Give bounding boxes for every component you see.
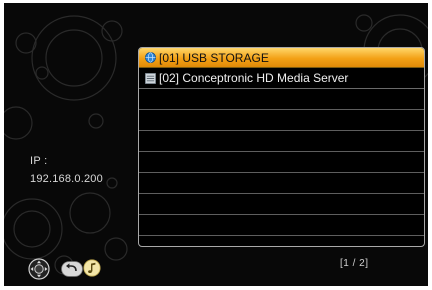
list-item-empty <box>139 89 424 110</box>
navigation-dpad-icon <box>28 258 50 280</box>
list-item-empty <box>139 194 424 215</box>
media-server-icon <box>145 72 156 84</box>
usb-globe-icon <box>145 52 156 63</box>
return-icon <box>61 261 83 277</box>
ip-label: IP : <box>30 155 48 167</box>
music-note-icon <box>83 259 101 277</box>
list-item-empty <box>139 173 424 194</box>
source-list: [01] USB STORAGE [02] Conceptronic HD Me… <box>138 47 425 247</box>
list-item-label: [01] USB STORAGE <box>159 50 269 65</box>
list-item-media-server[interactable]: [02] Conceptronic HD Media Server <box>139 68 424 89</box>
list-item-empty <box>139 152 424 173</box>
list-item-empty <box>139 110 424 131</box>
ip-address-value: 192.168.0.200 <box>30 173 103 185</box>
list-item-empty <box>139 215 424 236</box>
list-item-label: [02] Conceptronic HD Media Server <box>159 71 349 85</box>
media-player-screen: IP : 192.168.0.200 [01] USB STORAGE [02]… <box>4 3 428 286</box>
list-item-empty <box>139 131 424 152</box>
page-indicator: [1 / 2] <box>340 258 369 269</box>
list-item-usb-storage[interactable]: [01] USB STORAGE <box>139 48 424 68</box>
